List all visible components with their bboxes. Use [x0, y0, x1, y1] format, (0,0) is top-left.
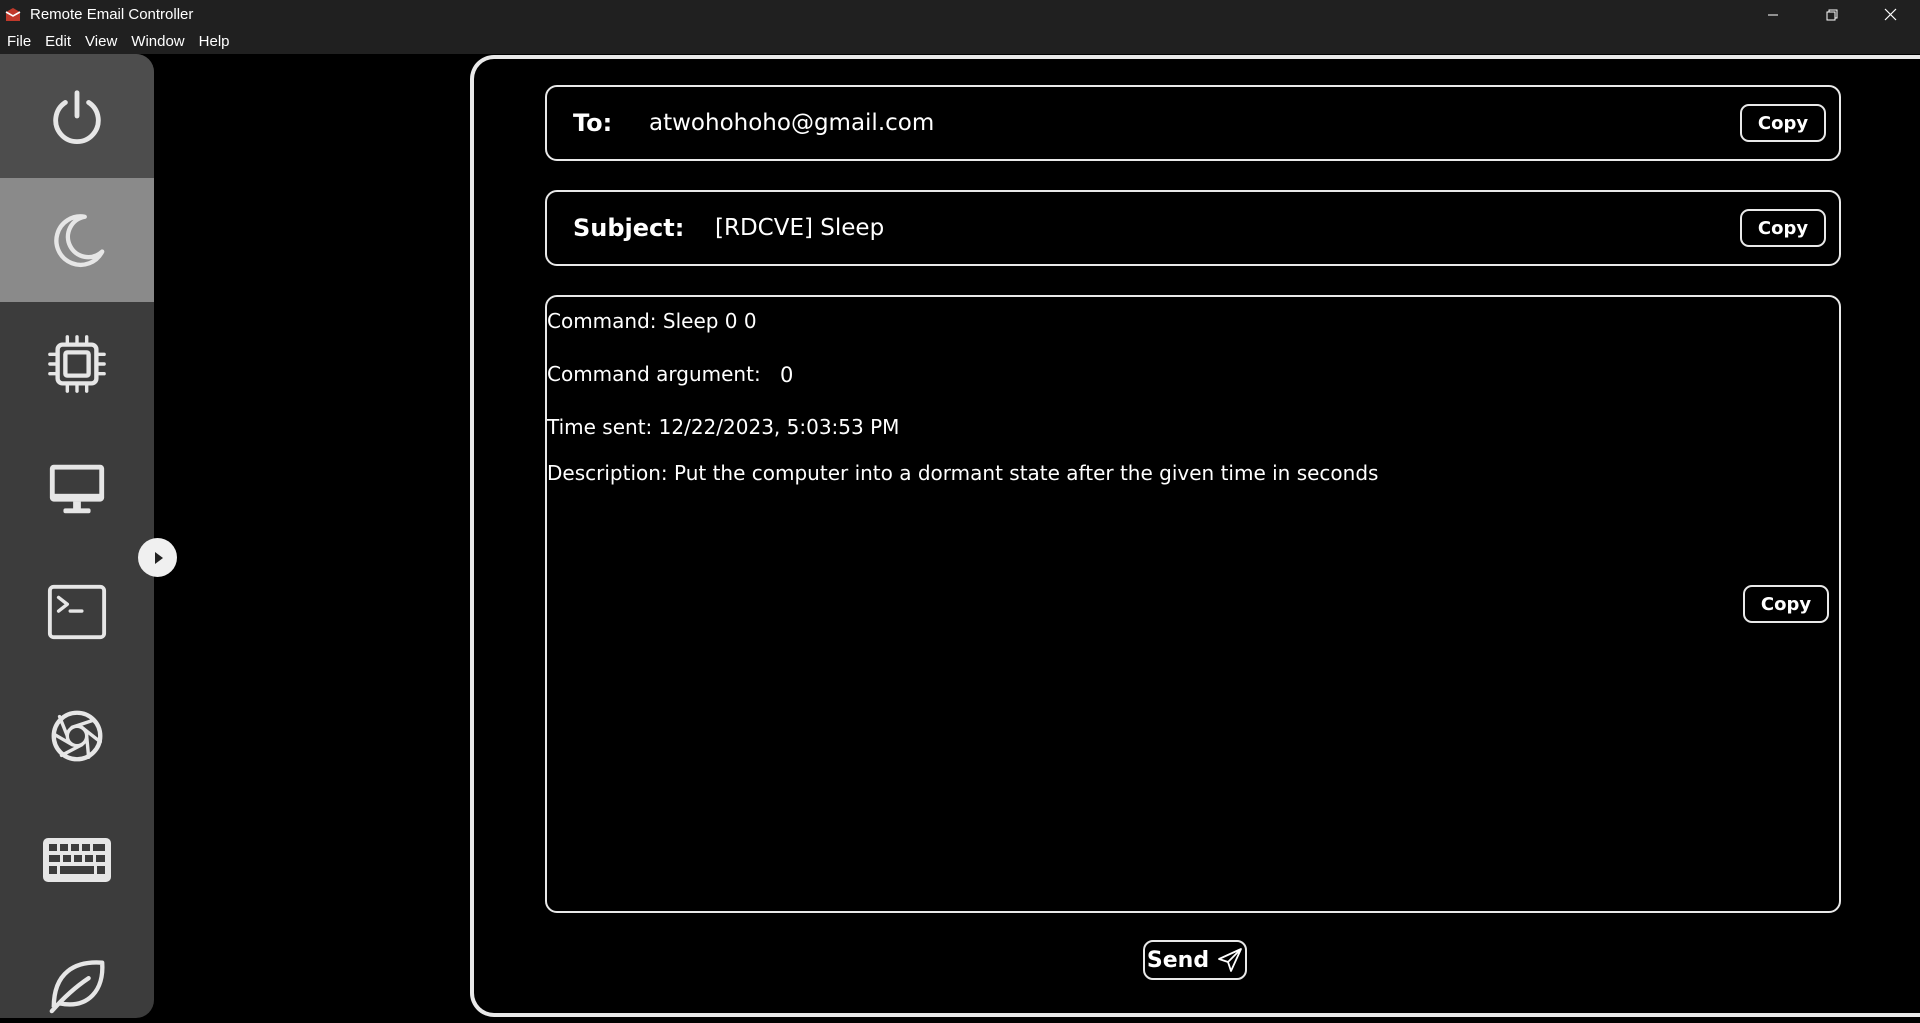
camera-aperture-icon: [51, 710, 103, 762]
argument-value: 0: [780, 363, 794, 387]
monitor-icon: [49, 464, 105, 514]
menu-help[interactable]: Help: [192, 29, 237, 54]
menu-edit[interactable]: Edit: [38, 29, 78, 54]
sidebar: [0, 54, 154, 1018]
copy-to-button[interactable]: Copy: [1740, 104, 1826, 142]
sidebar-item-power[interactable]: [0, 54, 154, 178]
minimize-icon: [1767, 14, 1778, 15]
expand-sidebar-button[interactable]: [138, 538, 177, 577]
subject-value: [RDCVE] Sleep: [715, 215, 885, 241]
to-field: To: atwohohoho@gmail.com Copy: [545, 85, 1841, 161]
restore-icon: [1826, 9, 1837, 20]
sidebar-item-display[interactable]: [0, 426, 154, 550]
time-sent-line: Time sent: 12/22/2023, 5:03:53 PM: [547, 415, 900, 439]
title-bar: Remote Email Controller: [0, 0, 1920, 29]
argument-label: Command argument:: [547, 362, 761, 386]
window-title: Remote Email Controller: [30, 6, 194, 23]
email-body: Command: Sleep 0 0 Command argument: 0 T…: [545, 295, 1841, 913]
menu-view[interactable]: View: [78, 29, 124, 54]
send-label: Send: [1146, 947, 1210, 973]
to-label: To:: [573, 109, 613, 137]
to-value: atwohohoho@gmail.com: [649, 110, 935, 136]
cpu-chip-icon: [48, 335, 106, 393]
app-logo-icon: [5, 7, 21, 21]
menu-window[interactable]: Window: [124, 29, 191, 54]
description-line: Description: Put the computer into a dor…: [547, 461, 1379, 485]
copy-body-button[interactable]: Copy: [1743, 585, 1829, 623]
sidebar-item-cpu[interactable]: [0, 302, 154, 426]
sidebar-item-terminal[interactable]: [0, 550, 154, 674]
leaf-icon: [49, 960, 105, 1014]
copy-subject-button[interactable]: Copy: [1740, 209, 1826, 247]
sidebar-item-sleep[interactable]: [0, 178, 154, 302]
menu-bar: File Edit View Window Help: [0, 29, 1920, 54]
send-plane-icon: [1218, 948, 1242, 972]
play-arrow-icon: [154, 551, 163, 564]
restore-button[interactable]: [1802, 0, 1861, 29]
close-icon: [1884, 8, 1897, 21]
subject-label: Subject:: [573, 214, 685, 242]
sidebar-item-keyboard[interactable]: [0, 798, 154, 922]
terminal-icon: [47, 584, 107, 640]
sidebar-item-camera[interactable]: [0, 674, 154, 798]
sidebar-item-eco[interactable]: [0, 922, 154, 1018]
menu-file[interactable]: File: [0, 29, 38, 54]
power-icon: [53, 90, 101, 144]
moon-icon: [54, 214, 105, 267]
close-button[interactable]: [1861, 0, 1920, 29]
command-line: Command: Sleep 0 0: [547, 309, 757, 333]
subject-field: Subject: [RDCVE] Sleep Copy: [545, 190, 1841, 266]
minimize-button[interactable]: [1743, 0, 1802, 29]
send-button[interactable]: Send: [1143, 940, 1247, 980]
keyboard-icon: [43, 838, 111, 882]
